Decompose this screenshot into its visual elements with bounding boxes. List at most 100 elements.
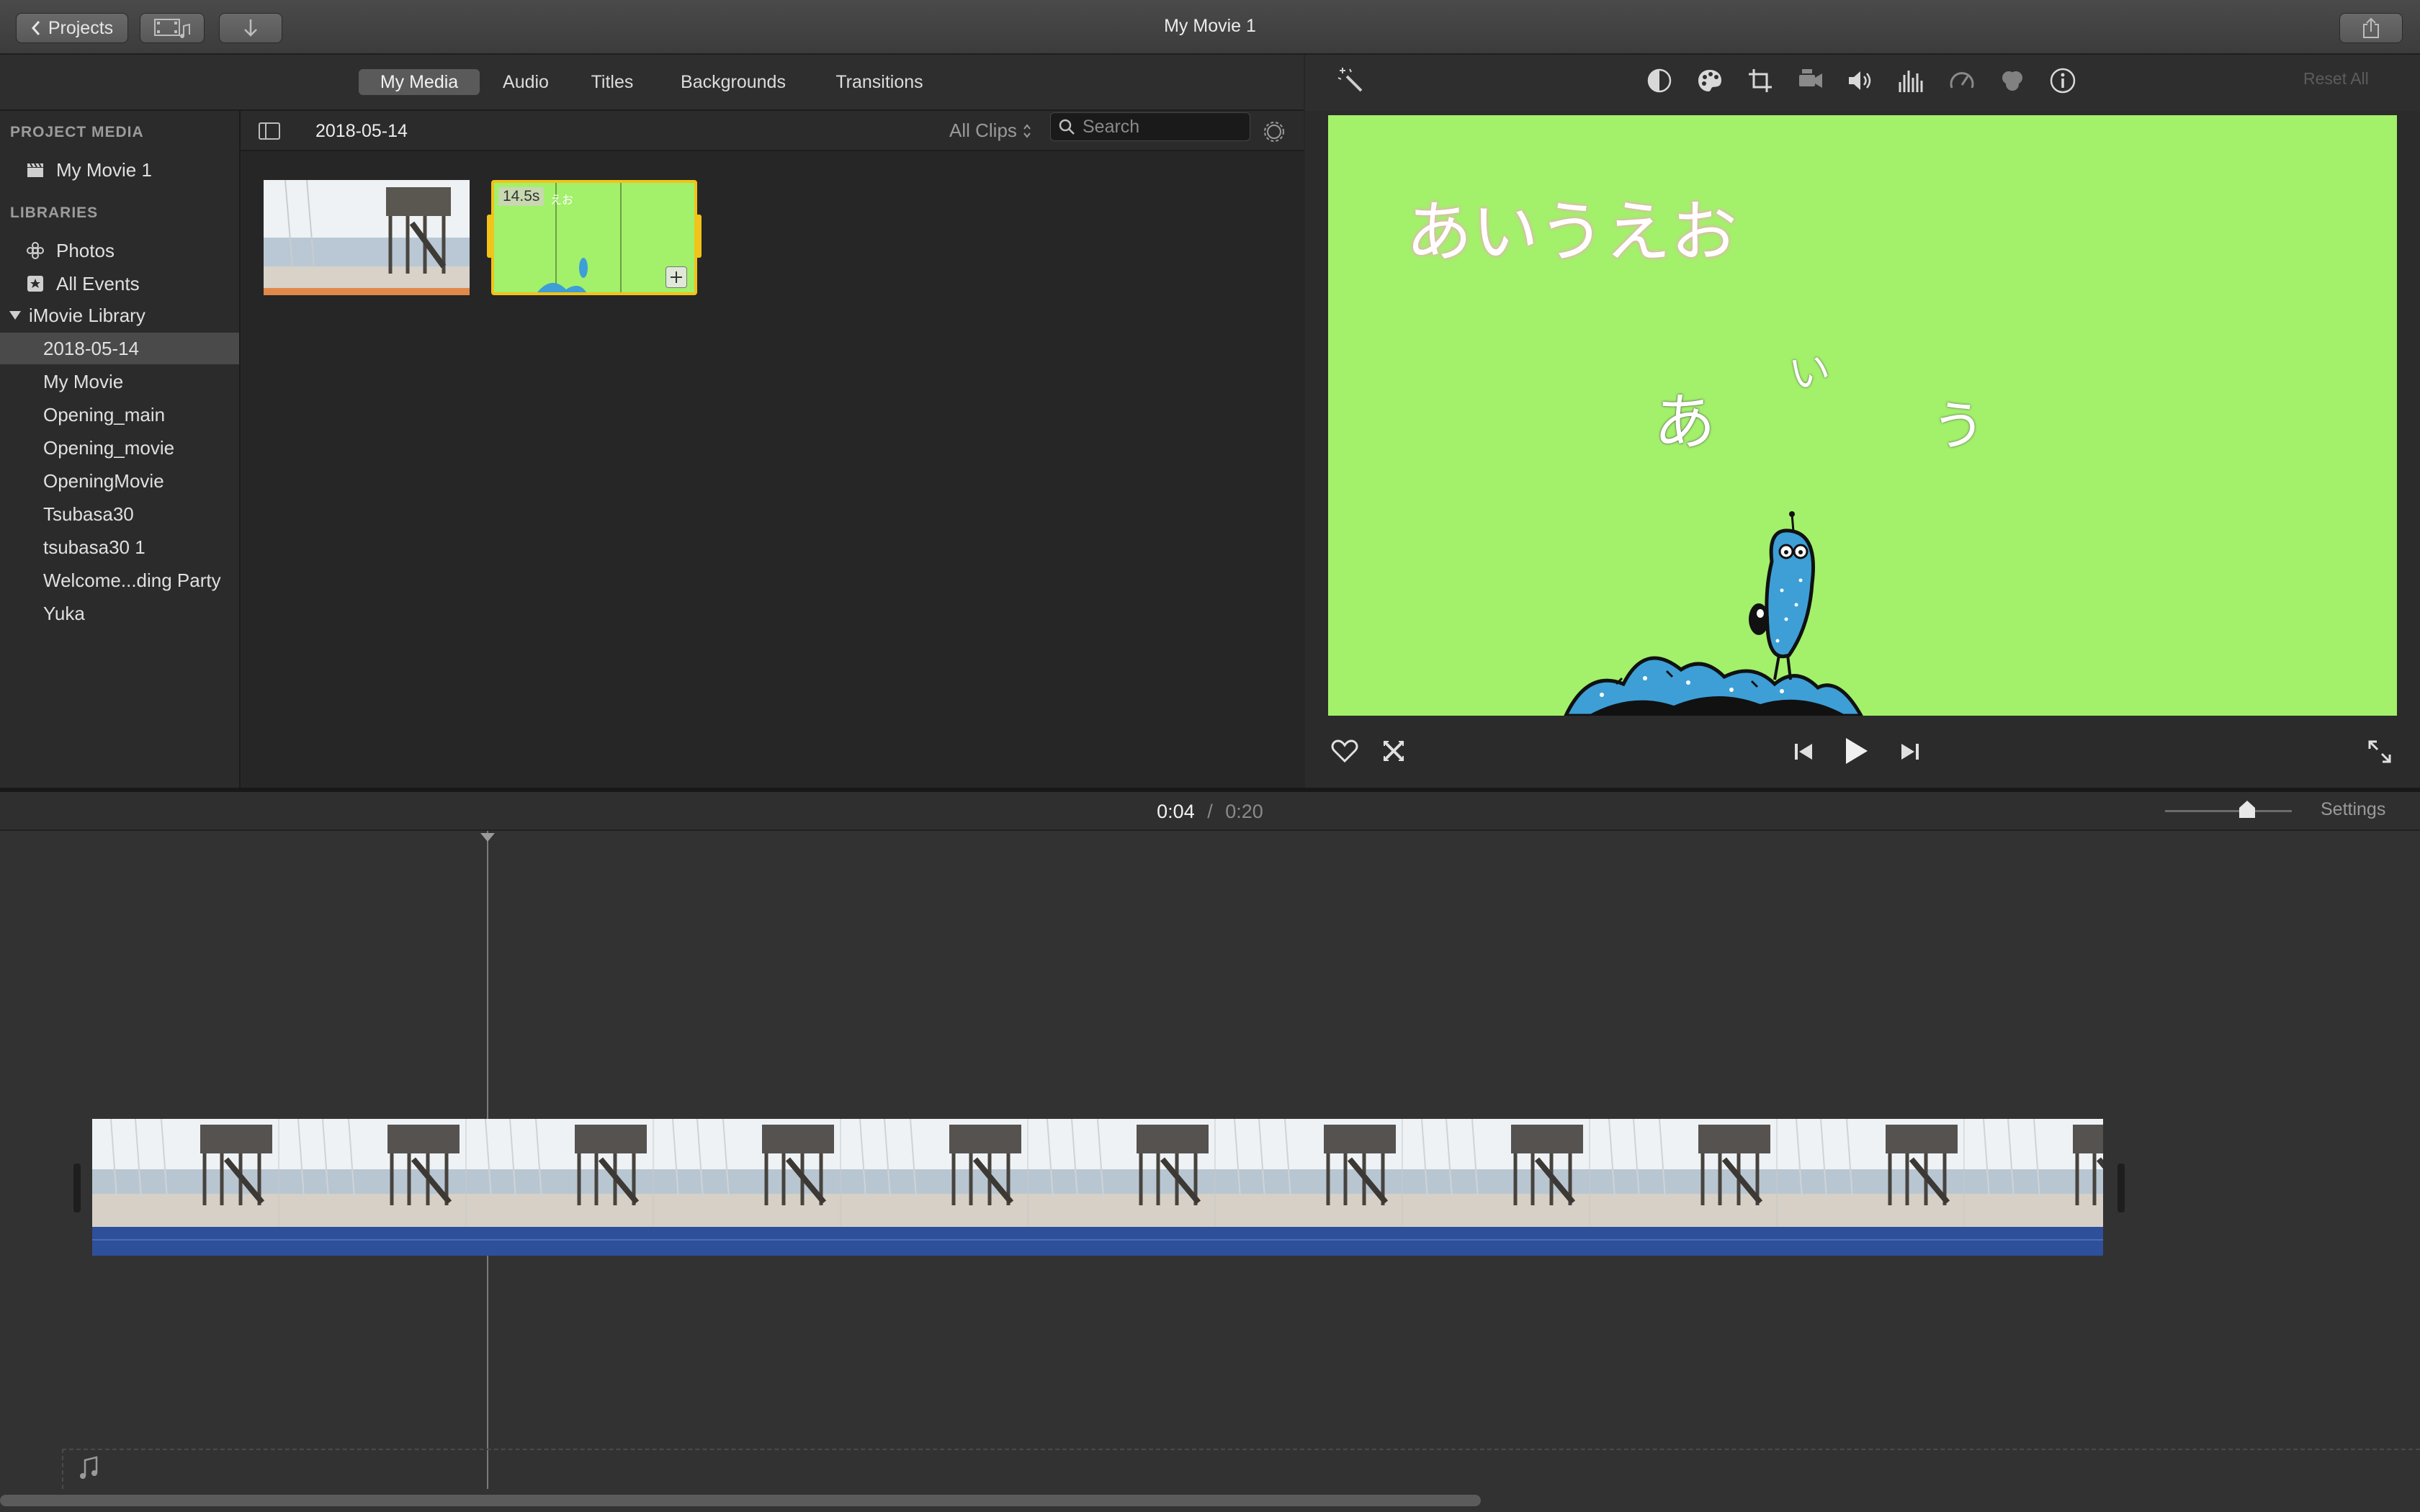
reject-button[interactable]: [1379, 736, 1409, 766]
volume-icon: [1849, 71, 1871, 90]
share-icon: [2363, 17, 2379, 38]
clapper-icon: [24, 159, 46, 181]
zoom-slider-track[interactable]: [2165, 810, 2292, 812]
timeline-header: 0:04 / 0:20 Settings: [0, 792, 2420, 831]
music-track-lane[interactable]: [62, 1449, 2420, 1489]
sidebar-item-event-my-movie[interactable]: My Movie: [0, 366, 239, 397]
sidebar-item-event-tsubasa30[interactable]: Tsubasa30: [0, 498, 239, 530]
sidebar-item-photos[interactable]: Photos: [0, 235, 239, 266]
current-event-label: 2018-05-14: [315, 121, 408, 141]
current-time: 0:04: [1157, 801, 1195, 822]
tab-transitions[interactable]: Transitions: [825, 69, 933, 95]
magic-wand-button[interactable]: [1335, 65, 1367, 96]
sidebar-item-my-movie-1[interactable]: My Movie 1: [0, 154, 239, 186]
timeline[interactable]: [0, 831, 2420, 1512]
timeline-settings-button[interactable]: Settings: [2321, 799, 2385, 820]
sidebar-item-all-events[interactable]: All Events: [0, 268, 239, 300]
sidebar-item-event-opening-movie[interactable]: Opening_movie: [0, 432, 239, 464]
volume-button[interactable]: [1845, 65, 1877, 96]
filter-icon: [2002, 71, 2022, 91]
sidebar-item-event-2018-05-14[interactable]: 2018-05-14: [0, 333, 239, 364]
search-input[interactable]: [1083, 116, 1241, 138]
clip-filter-button[interactable]: [1996, 65, 2028, 96]
play-button[interactable]: [1839, 734, 1873, 768]
sidebar-item-event-openingmovie[interactable]: OpeningMovie: [0, 465, 239, 497]
sidebar-item-event-tsubasa30-1[interactable]: tsubasa30 1: [0, 531, 239, 563]
color-balance-icon: [1647, 68, 1672, 93]
clip-thumbnail-beach[interactable]: [264, 180, 470, 295]
crop-button[interactable]: [1744, 65, 1776, 96]
sidebar-item-label: Photos: [56, 239, 115, 261]
gear-icon: [1264, 122, 1284, 142]
crop-icon: [1749, 69, 1772, 92]
tab-titles[interactable]: Titles: [582, 69, 642, 95]
sidebar-item-imovie-library[interactable]: iMovie Library: [0, 300, 239, 331]
equalizer-icon: [1899, 71, 1923, 92]
reset-all-button[interactable]: Reset All: [2303, 69, 2369, 89]
sidebar-item-event-welcome-party[interactable]: Welcome...ding Party: [0, 564, 239, 596]
sidebar-item-label: iMovie Library: [29, 304, 145, 326]
sidebar-toggle-icon: [259, 122, 280, 140]
updown-chevron-icon: [1023, 123, 1031, 138]
photos-flower-icon: [24, 240, 46, 261]
clip-trim-handle-left[interactable]: [487, 215, 493, 258]
sidebar-item-event-opening-main[interactable]: Opening_main: [0, 399, 239, 431]
browser-settings-button[interactable]: [1259, 117, 1289, 147]
clip-trim-handle-right[interactable]: [696, 215, 702, 258]
magic-wand-icon: [1337, 68, 1363, 92]
sidebar-item-label: My Movie 1: [56, 158, 152, 181]
clip-filter-value: All Clips: [949, 120, 1017, 141]
sidebar-toggle-button[interactable]: [255, 117, 284, 145]
window-title: My Movie 1: [1164, 16, 1256, 36]
playhead-marker-icon[interactable]: [480, 832, 496, 842]
viewer-title-text: あいうえお: [1406, 194, 1738, 271]
noise-equalizer-button[interactable]: [1896, 65, 1927, 96]
bird-character-illustration: [1564, 511, 1863, 716]
sidebar-item-event-yuka[interactable]: Yuka: [0, 598, 239, 629]
viewer-anim-char-a: あ: [1654, 387, 1716, 459]
color-balance-button[interactable]: [1644, 65, 1675, 96]
expand-icon: [2368, 740, 2391, 763]
star-box-icon: [24, 273, 46, 294]
play-icon: [1846, 738, 1868, 764]
viewer-anim-char-u: う: [1932, 395, 1985, 457]
timeline-horizontal-scrollbar[interactable]: [0, 1495, 1481, 1506]
viewer-anim-char-i: い: [1785, 346, 1834, 400]
playback-time: 0:04 / 0:20: [0, 801, 2420, 823]
skip-forward-button[interactable]: [1896, 737, 1924, 766]
clip-filter-select[interactable]: All Clips: [949, 120, 1031, 142]
search-field[interactable]: [1050, 112, 1250, 141]
share-button[interactable]: [2339, 13, 2403, 43]
add-to-timeline-button[interactable]: [666, 266, 687, 288]
stabilization-button[interactable]: [1795, 65, 1827, 96]
beach-pier-thumbnail: [264, 180, 470, 295]
skip-back-button[interactable]: [1789, 737, 1818, 766]
search-icon: [1059, 119, 1075, 135]
color-palette-icon: [1698, 70, 1721, 91]
media-tabs-bar: My Media Audio Titles Backgrounds Transi…: [0, 55, 1304, 111]
timeline-video-clip[interactable]: [92, 1119, 2103, 1256]
tab-audio[interactable]: Audio: [493, 69, 559, 95]
favorite-button[interactable]: [1330, 736, 1360, 766]
plus-icon: [671, 271, 682, 283]
clip-mini-title-text: えお: [550, 194, 574, 207]
heart-icon: [1331, 739, 1358, 763]
title-bar: Projects My Movie 1: [0, 0, 2420, 55]
speed-button[interactable]: [1946, 65, 1978, 96]
tab-backgrounds[interactable]: Backgrounds: [671, 69, 795, 95]
zoom-slider-thumb[interactable]: [2238, 799, 2257, 819]
timeline-trim-handle-left[interactable]: [73, 1164, 81, 1212]
sidebar-item-label: All Events: [56, 272, 140, 294]
timeline-trim-handle-right[interactable]: [2118, 1164, 2125, 1212]
tab-my-media[interactable]: My Media: [359, 69, 480, 95]
disclosure-triangle-icon[interactable]: [9, 310, 22, 321]
fullscreen-button[interactable]: [2364, 736, 2396, 768]
clip-thumbnail-title[interactable]: 14.5s えお: [491, 180, 697, 295]
clip-info-button[interactable]: [2047, 65, 2079, 96]
project-media-heading: PROJECT MEDIA: [10, 124, 144, 140]
slider-thumb-icon: [2239, 801, 2256, 818]
info-icon: [2050, 68, 2076, 94]
viewer-canvas[interactable]: あいうえお あ い う: [1328, 115, 2397, 716]
skip-forward-icon: [1901, 744, 1919, 760]
color-correction-button[interactable]: [1694, 65, 1726, 96]
